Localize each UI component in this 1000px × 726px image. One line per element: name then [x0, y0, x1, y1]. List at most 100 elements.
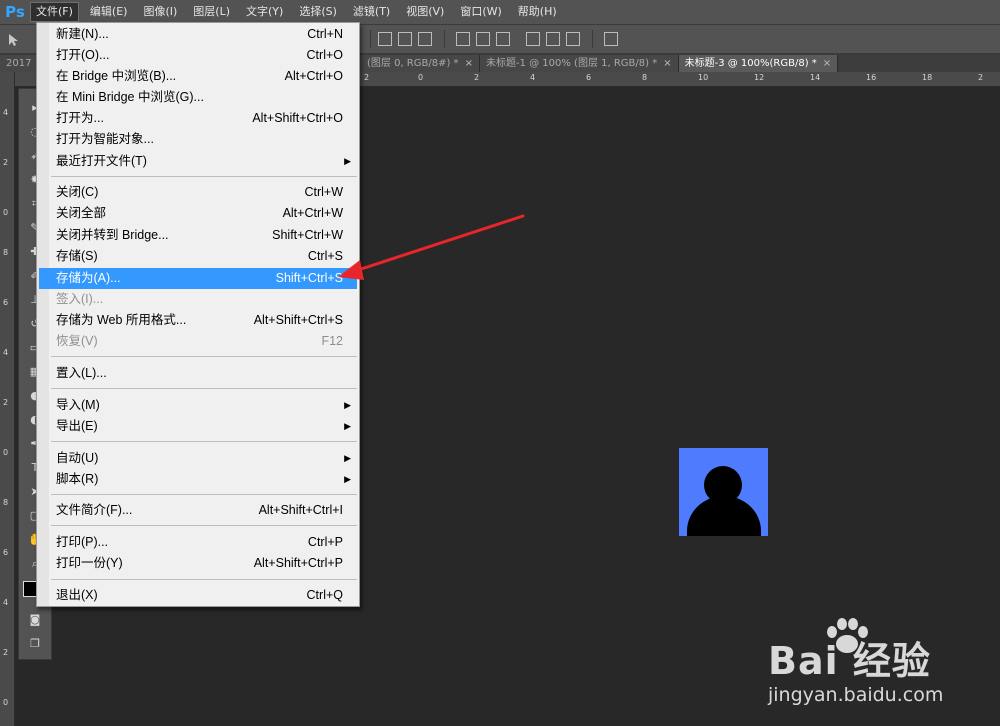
menu-item-label: 在 Bridge 中浏览(B)...: [56, 69, 177, 83]
tab-document-untitled-3[interactable]: 未标题-3 @ 100%(RGB/8) * ×: [678, 55, 839, 72]
baidu-watermark-url: jingyan.baidu.com: [768, 684, 944, 706]
menu-item-shortcut: Alt+Ctrl+W: [282, 206, 343, 220]
menu-item-label: 脚本(R): [56, 472, 99, 486]
divider: [370, 30, 371, 48]
menu-item-save-for-web[interactable]: 存储为 Web 所用格式... Alt+Shift+Ctrl+S: [39, 310, 357, 331]
menu-item-browse-in-mini-bridge[interactable]: 在 Mini Bridge 中浏览(G)...: [39, 87, 357, 108]
menu-item-label: 新建(N)...: [56, 27, 109, 41]
ruler-label: 2: [364, 73, 370, 82]
ruler-label: 6: [3, 298, 9, 307]
menu-help[interactable]: 帮助(H): [513, 3, 562, 21]
distribute-right-icon[interactable]: [566, 32, 580, 46]
menu-item-import[interactable]: 导入(M) ▶: [39, 395, 357, 416]
menu-item-label: 存储为(A)...: [56, 271, 121, 285]
avatar-body-silhouette: [687, 496, 761, 536]
document-image[interactable]: [679, 448, 768, 536]
menu-item-print[interactable]: 打印(P)... Ctrl+P: [39, 532, 357, 553]
ruler-label: 14: [810, 73, 821, 82]
menu-separator: [51, 441, 357, 442]
menu-item-open-as-smart-object[interactable]: 打开为智能对象...: [39, 129, 357, 150]
close-icon[interactable]: ×: [465, 58, 473, 69]
menu-item-exit[interactable]: 退出(X) Ctrl+Q: [39, 585, 357, 606]
ruler-label: 4: [3, 348, 9, 357]
align-top-icon[interactable]: [378, 32, 392, 46]
screen-mode-icon[interactable]: ❐: [25, 635, 45, 653]
menu-separator: [51, 388, 357, 389]
distribute-top-icon[interactable]: [456, 32, 470, 46]
menu-item-shortcut: Ctrl+P: [307, 535, 343, 549]
menu-item-scripts[interactable]: 脚本(R) ▶: [39, 469, 357, 490]
submenu-arrow-icon: ▶: [344, 421, 351, 431]
tab-label: (图层 0, RGB/8#) *: [367, 58, 459, 69]
menu-item-new[interactable]: 新建(N)... Ctrl+N: [39, 24, 357, 45]
menu-item-save[interactable]: 存储(S) Ctrl+S: [39, 246, 357, 267]
menu-item-revert: 恢复(V) F12: [39, 331, 357, 352]
auto-align-layers-icon[interactable]: [604, 32, 618, 46]
menu-item-file-info[interactable]: 文件简介(F)... Alt+Shift+Ctrl+I: [39, 500, 357, 521]
menu-item-place[interactable]: 置入(L)...: [39, 363, 357, 384]
distribute-horizontal-center-icon[interactable]: [546, 32, 560, 46]
distribute-left-icon[interactable]: [526, 32, 540, 46]
ruler-label: 2: [3, 398, 9, 407]
close-icon[interactable]: ×: [823, 58, 831, 69]
menu-item-open-recent[interactable]: 最近打开文件(T) ▶: [39, 151, 357, 172]
menu-item-label: 关闭(C): [56, 185, 99, 199]
distribute-center-icon[interactable]: [476, 32, 490, 46]
photoshop-logo: Ps: [5, 3, 25, 21]
menu-item-close[interactable]: 关闭(C) Ctrl+W: [39, 182, 357, 203]
align-bottom-icon[interactable]: [418, 32, 432, 46]
menu-item-label: 存储(S): [56, 249, 98, 263]
submenu-arrow-icon: ▶: [344, 400, 351, 410]
menu-item-close-all[interactable]: 关闭全部 Alt+Ctrl+W: [39, 203, 357, 224]
menu-item-label: 打开为智能对象...: [56, 132, 154, 146]
menu-item-shortcut: Ctrl+S: [307, 249, 343, 263]
menu-item-label: 文件简介(F)...: [56, 503, 133, 517]
file-menu-dropdown: 新建(N)... Ctrl+N 打开(O)... Ctrl+O 在 Bridge 中…: [36, 22, 360, 607]
menu-separator: [51, 494, 357, 495]
align-vertical-center-icon[interactable]: [398, 32, 412, 46]
tab-document-untitled-1[interactable]: 未标题-1 @ 100% (图层 1, RGB/8) * ×: [479, 55, 679, 72]
menu-item-open-as[interactable]: 打开为... Alt+Shift+Ctrl+O: [39, 108, 357, 129]
submenu-arrow-icon: ▶: [344, 156, 351, 166]
close-icon[interactable]: ×: [663, 58, 671, 69]
ruler-label: 2: [3, 648, 9, 657]
menu-window[interactable]: 窗口(W): [455, 3, 506, 21]
menu-file[interactable]: 文件(F): [30, 2, 79, 22]
menu-layer[interactable]: 图层(L): [188, 3, 235, 21]
menu-item-close-and-go-to-bridge[interactable]: 关闭并转到 Bridge... Shift+Ctrl+W: [39, 225, 357, 246]
menu-filter[interactable]: 滤镜(T): [348, 3, 395, 21]
menu-item-export[interactable]: 导出(E) ▶: [39, 416, 357, 437]
menu-separator: [51, 176, 357, 177]
tab-document-2017[interactable]: 2017: [0, 55, 37, 72]
ruler-label: 2: [978, 73, 984, 82]
menu-item-label: 恢复(V): [56, 334, 98, 348]
menu-item-label: 打印一份(Y): [56, 556, 123, 570]
menu-item-automate[interactable]: 自动(U) ▶: [39, 448, 357, 469]
menu-item-shortcut: Ctrl+O: [306, 48, 343, 62]
ruler-label: 0: [3, 208, 9, 217]
menu-edit[interactable]: 编辑(E): [85, 3, 133, 21]
divider: [592, 30, 593, 48]
quick-mask-icon[interactable]: ◙: [25, 611, 45, 629]
menu-view[interactable]: 视图(V): [401, 3, 449, 21]
distribute-bottom-icon[interactable]: [496, 32, 510, 46]
move-tool-icon[interactable]: [6, 32, 20, 46]
menu-item-open[interactable]: 打开(O)... Ctrl+O: [39, 45, 357, 66]
menu-image[interactable]: 图像(I): [138, 3, 182, 21]
menu-item-label: 退出(X): [56, 588, 98, 602]
ruler-label: 2: [474, 73, 480, 82]
ruler-label: 8: [3, 248, 9, 257]
menu-type[interactable]: 文字(Y): [241, 3, 288, 21]
menu-item-label: 打印(P)...: [56, 535, 109, 549]
menu-item-browse-in-bridge[interactable]: 在 Bridge 中浏览(B)... Alt+Ctrl+O: [39, 66, 357, 87]
menu-item-label: 签入(I)...: [56, 292, 104, 306]
menu-item-print-one-copy[interactable]: 打印一份(Y) Alt+Shift+Ctrl+P: [39, 553, 357, 574]
menu-select[interactable]: 选择(S): [294, 3, 342, 21]
submenu-arrow-icon: ▶: [344, 453, 351, 463]
menu-item-save-as[interactable]: 存储为(A)... Shift+Ctrl+S: [39, 268, 357, 289]
submenu-arrow-icon: ▶: [344, 474, 351, 484]
ruler-label: 10: [698, 73, 709, 82]
menu-item-shortcut: Shift+Ctrl+S: [275, 271, 343, 285]
vertical-ruler[interactable]: 4 2 0 8 6 4 2 0 8 6 4 2 0: [0, 72, 15, 726]
tab-label: 2017: [6, 58, 32, 69]
